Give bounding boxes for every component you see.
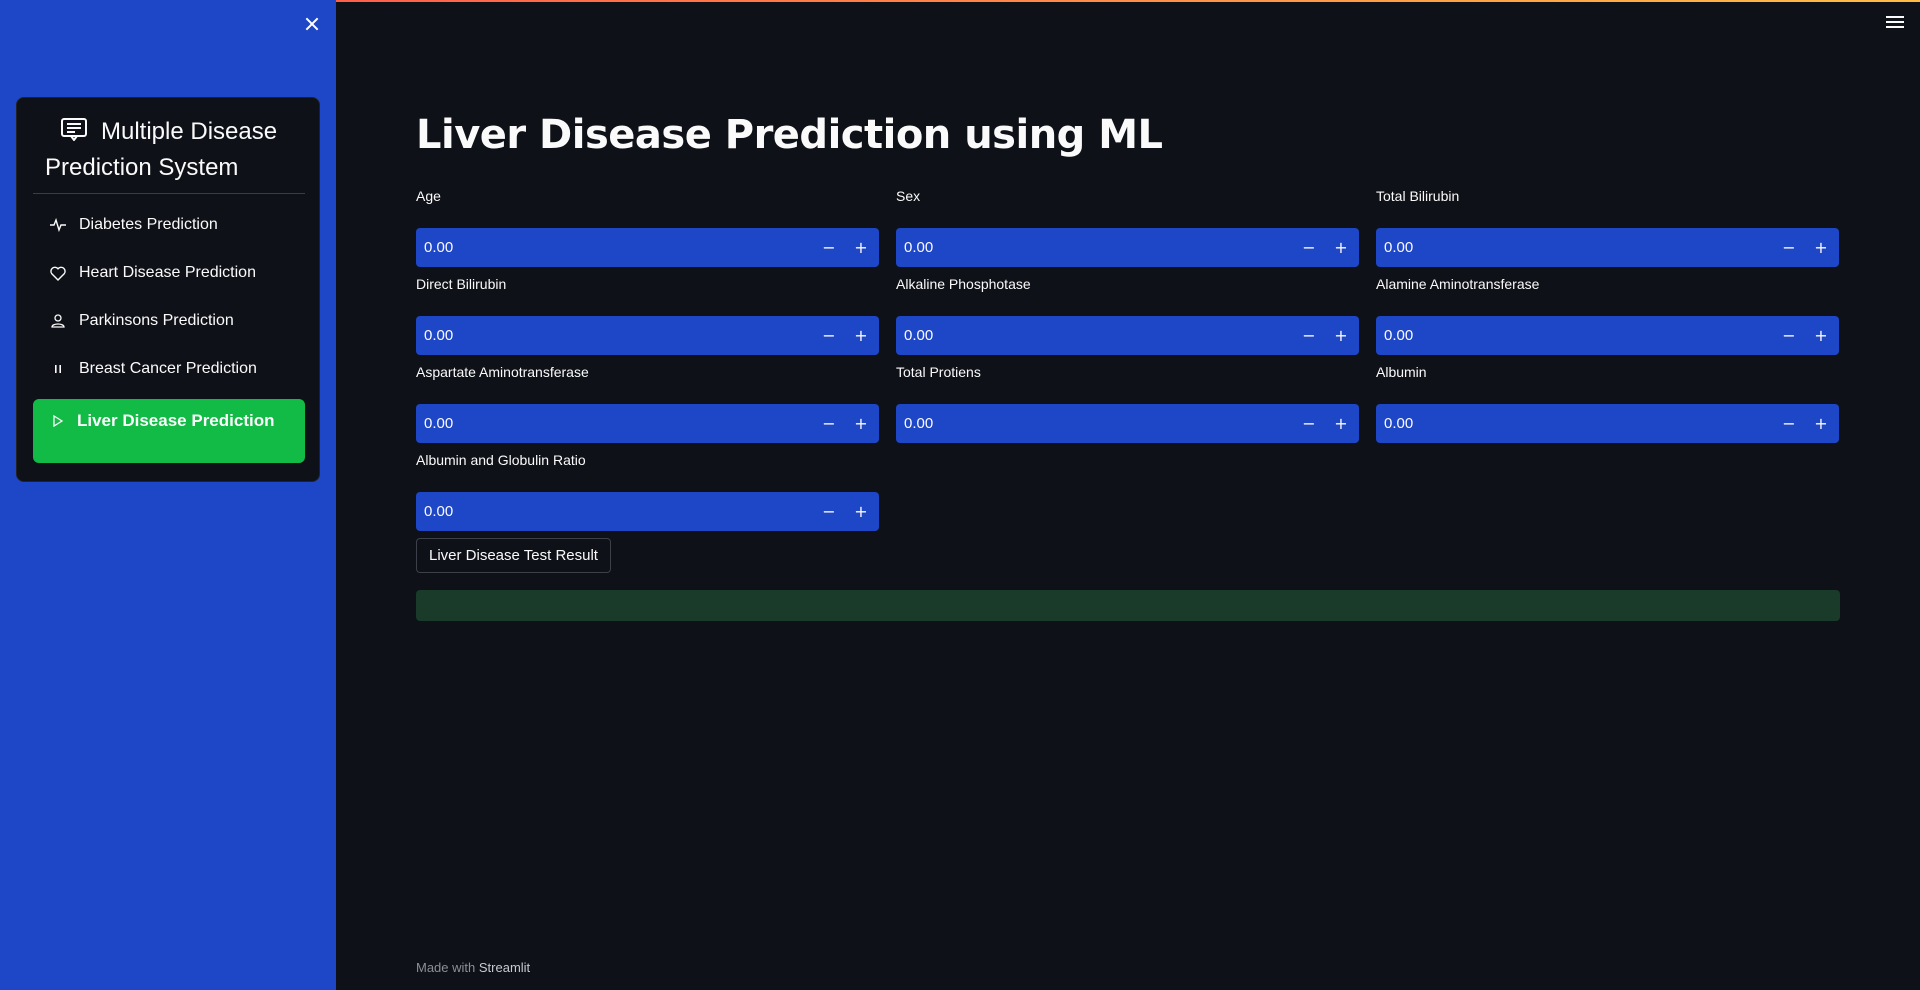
- decrement-button[interactable]: −: [813, 316, 845, 355]
- option-menu: Multiple Disease Prediction System Diabe…: [16, 97, 320, 482]
- total-bilirubin-input[interactable]: [1376, 228, 1756, 267]
- increment-button[interactable]: +: [845, 404, 877, 443]
- decrement-button[interactable]: −: [813, 404, 845, 443]
- increment-button[interactable]: +: [1325, 228, 1357, 267]
- streamlit-link[interactable]: Streamlit: [479, 960, 530, 975]
- field-label: Alamine Aminotransferase: [1376, 276, 1540, 292]
- number-input: − +: [896, 316, 1359, 355]
- field-total-protiens: Total Protiens − +: [896, 364, 1359, 443]
- field-label: Albumin: [1376, 364, 1427, 380]
- increment-button[interactable]: +: [1325, 316, 1357, 355]
- decrement-button[interactable]: −: [1293, 404, 1325, 443]
- aspartate-aminotransferase-input[interactable]: [416, 404, 796, 443]
- menu-title: Multiple Disease Prediction System: [45, 114, 305, 186]
- decrement-button[interactable]: −: [813, 228, 845, 267]
- field-label: Total Protiens: [896, 364, 981, 380]
- field-direct-bilirubin: Direct Bilirubin − +: [416, 276, 879, 355]
- number-input: − +: [1376, 316, 1839, 355]
- menu-divider: [33, 193, 305, 194]
- sidebar-item-label: Diabetes Prediction: [79, 216, 218, 233]
- sidebar-item-label: Liver Disease Prediction: [77, 411, 275, 430]
- heart-icon: [49, 264, 67, 282]
- field-alkaline-phosphotase: Alkaline Phosphotase − +: [896, 276, 1359, 355]
- field-albumin: Albumin − +: [1376, 364, 1839, 443]
- field-label: Albumin and Globulin Ratio: [416, 452, 586, 468]
- number-input: − +: [416, 316, 879, 355]
- number-input: − +: [416, 492, 879, 531]
- document-list-icon: [61, 116, 87, 142]
- decrement-button[interactable]: −: [1293, 316, 1325, 355]
- sidebar-item-heart-disease[interactable]: Heart Disease Prediction: [33, 253, 305, 293]
- number-input: − +: [896, 228, 1359, 267]
- play-icon: [49, 412, 67, 430]
- field-total-bilirubin: Total Bilirubin − +: [1376, 188, 1839, 267]
- increment-button[interactable]: +: [845, 492, 877, 531]
- sidebar-item-label: Heart Disease Prediction: [79, 264, 256, 281]
- sex-input[interactable]: [896, 228, 1276, 267]
- sidebar-item-breast-cancer[interactable]: Breast Cancer Prediction: [33, 349, 305, 389]
- footer-prefix: Made with: [416, 960, 479, 975]
- field-alamine-aminotransferase: Alamine Aminotransferase − +: [1376, 276, 1839, 355]
- albumin-globulin-ratio-input[interactable]: [416, 492, 796, 531]
- footer: Made with Streamlit: [416, 960, 530, 975]
- field-aspartate-aminotransferase: Aspartate Aminotransferase − +: [416, 364, 879, 443]
- number-input: − +: [896, 404, 1359, 443]
- decrement-button[interactable]: −: [1293, 228, 1325, 267]
- liver-disease-test-result-button[interactable]: Liver Disease Test Result: [416, 538, 611, 573]
- field-sex: Sex − +: [896, 188, 1359, 267]
- hamburger-menu-icon[interactable]: [1886, 16, 1904, 30]
- increment-button[interactable]: +: [1805, 316, 1837, 355]
- page-title: Liver Disease Prediction using ML: [416, 112, 1163, 158]
- person-icon: [49, 312, 67, 330]
- increment-button[interactable]: +: [1805, 228, 1837, 267]
- sidebar: Multiple Disease Prediction System Diabe…: [0, 0, 336, 990]
- field-label: Age: [416, 188, 441, 204]
- decrement-button[interactable]: −: [1773, 404, 1805, 443]
- field-label: Direct Bilirubin: [416, 276, 507, 292]
- direct-bilirubin-input[interactable]: [416, 316, 796, 355]
- number-input: − +: [416, 228, 879, 267]
- alkaline-phosphotase-input[interactable]: [896, 316, 1276, 355]
- number-input: − +: [1376, 228, 1839, 267]
- field-label: Aspartate Aminotransferase: [416, 364, 589, 380]
- age-input[interactable]: [416, 228, 796, 267]
- albumin-input[interactable]: [1376, 404, 1756, 443]
- close-sidebar-icon[interactable]: [300, 12, 324, 36]
- sidebar-item-label: Breast Cancer Prediction: [79, 360, 257, 377]
- field-label: Total Bilirubin: [1376, 188, 1460, 204]
- number-input: − +: [1376, 404, 1839, 443]
- increment-button[interactable]: +: [1325, 404, 1357, 443]
- sidebar-item-parkinsons[interactable]: Parkinsons Prediction: [33, 301, 305, 341]
- increment-button[interactable]: +: [845, 316, 877, 355]
- sidebar-item-label: Parkinsons Prediction: [79, 312, 234, 329]
- field-age: Age − +: [416, 188, 879, 267]
- decrement-button[interactable]: −: [1773, 316, 1805, 355]
- sidebar-item-liver-disease[interactable]: Liver Disease Prediction: [33, 399, 305, 463]
- activity-icon: [49, 216, 67, 234]
- field-albumin-globulin-ratio: Albumin and Globulin Ratio − +: [416, 452, 879, 531]
- increment-button[interactable]: +: [845, 228, 877, 267]
- field-label: Sex: [896, 188, 921, 204]
- sidebar-item-diabetes[interactable]: Diabetes Prediction: [33, 205, 305, 245]
- decrement-button[interactable]: −: [1773, 228, 1805, 267]
- decrement-button[interactable]: −: [813, 492, 845, 531]
- total-protiens-input[interactable]: [896, 404, 1276, 443]
- alamine-aminotransferase-input[interactable]: [1376, 316, 1756, 355]
- field-label: Alkaline Phosphotase: [896, 276, 1031, 292]
- increment-button[interactable]: +: [1805, 404, 1837, 443]
- result-success-box: [416, 590, 1840, 621]
- number-input: − +: [416, 404, 879, 443]
- pause-icon: [49, 360, 67, 378]
